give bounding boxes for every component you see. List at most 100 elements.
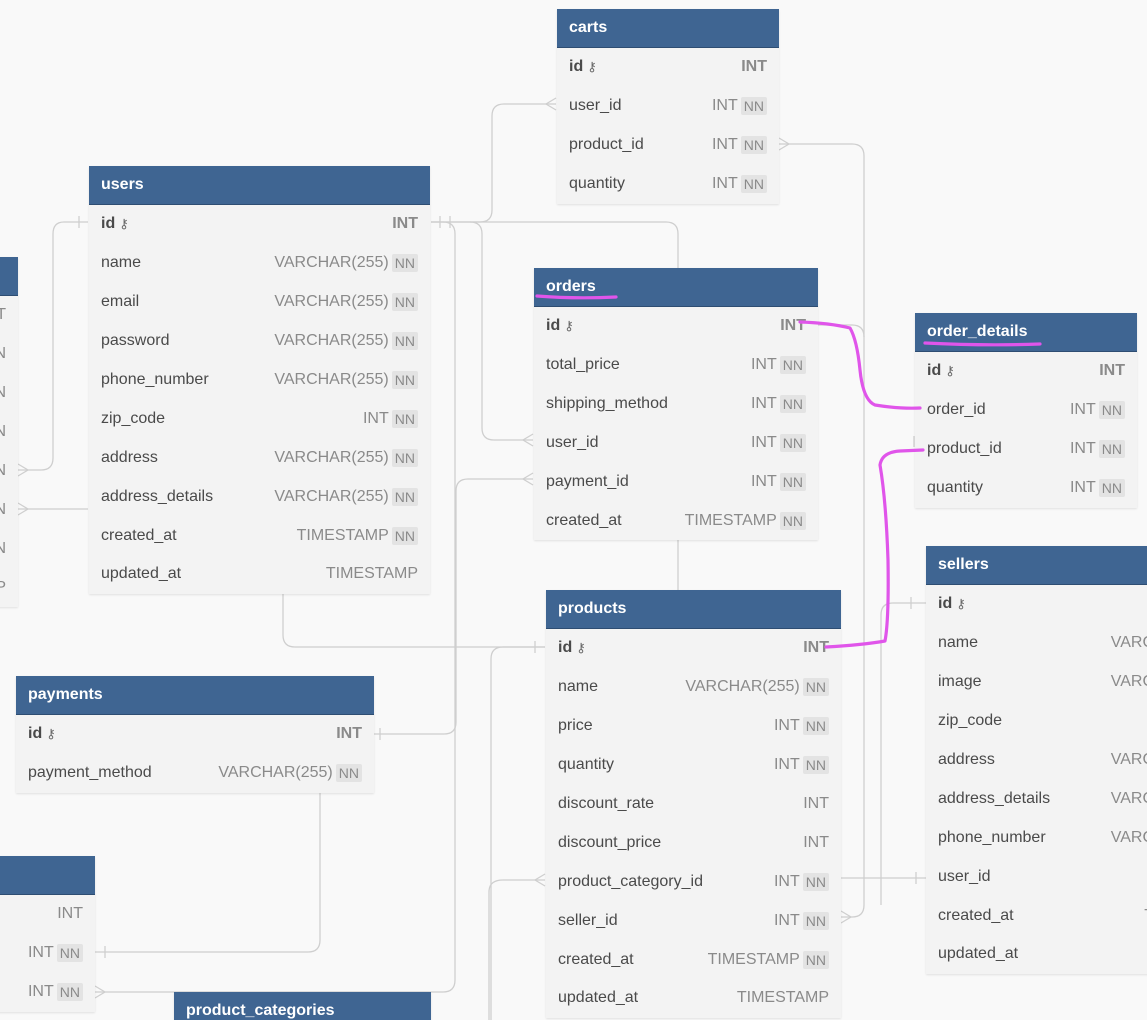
field-type: N: [0, 384, 6, 402]
field-row[interactable]: password VARCHAR(255) NN: [89, 322, 430, 361]
field-type: T: [0, 306, 6, 324]
field-row[interactable]: product_id INT NN: [557, 126, 779, 165]
table-products[interactable]: products id ⚷ INT name VARCHAR(255) NN price INT…: [546, 590, 841, 1018]
field-row[interactable]: id ⚷ INT: [89, 205, 430, 244]
field-row[interactable]: payment_method VARCHAR(255) NN: [16, 754, 374, 793]
table-users[interactable]: users id ⚷ INT name VARCHAR(255) NN email VARCHA…: [89, 166, 430, 594]
field-row[interactable]: id ⚷: [926, 585, 1147, 624]
field-row[interactable]: phone_number VARC: [926, 818, 1147, 857]
field-row[interactable]: updated_at TIMESTAMP: [89, 555, 430, 594]
table-left-b[interactable]: INT INT NN INT NN: [0, 856, 95, 1012]
link-products-categories: [490, 646, 545, 1020]
field-row[interactable]: updated_at: [926, 935, 1147, 974]
field-row[interactable]: N: [0, 490, 18, 529]
field-row[interactable]: user_id: [926, 857, 1147, 896]
field-row[interactable]: email VARCHAR(255) NN: [89, 283, 430, 322]
table-left-a[interactable]: T N N N N N N P: [0, 257, 18, 608]
field-row[interactable]: id ⚷ INT: [915, 352, 1137, 391]
field-type: INT: [392, 215, 418, 233]
field-row[interactable]: user_id INT NN: [534, 424, 818, 463]
field-row[interactable]: shipping_method INT NN: [534, 385, 818, 424]
field-row[interactable]: INT: [0, 895, 95, 934]
field-row[interactable]: N: [0, 452, 18, 491]
table-product-categories[interactable]: product_categories: [174, 992, 431, 1020]
field-row[interactable]: N: [0, 529, 18, 568]
field-row[interactable]: created_at TIMESTAMP NN: [546, 940, 841, 979]
field-name: user_id: [546, 434, 599, 452]
field-row[interactable]: name VARC: [926, 624, 1147, 663]
field-row[interactable]: quantity INT NN: [915, 469, 1137, 508]
table-header[interactable]: products: [546, 590, 841, 629]
table-payments[interactable]: payments id ⚷ INT payment_method VARCHAR(255)…: [16, 676, 374, 793]
field-row[interactable]: id ⚷ INT: [546, 629, 841, 668]
table-carts[interactable]: carts id ⚷ INT user_id INT NN product_id INT NN qu…: [557, 9, 779, 204]
table-orders[interactable]: orders id ⚷ INT total_price INT NN shipping_met…: [534, 268, 818, 541]
not-null-badge: NN: [802, 717, 829, 736]
field-row[interactable]: price INT NN: [546, 707, 841, 746]
field-row[interactable]: created_at TIMESTAMP NN: [534, 501, 818, 540]
table-order-details[interactable]: order_details id ⚷ INT order_id INT NN product_…: [915, 313, 1137, 508]
field-row[interactable]: discount_price INT: [546, 823, 841, 862]
field-row[interactable]: zip_code INT NN: [89, 399, 430, 438]
table-header[interactable]: orders: [534, 268, 818, 307]
field-name: phone_number: [938, 828, 1046, 846]
field-name: id ⚷: [938, 595, 966, 613]
field-row[interactable]: product_id INT NN: [915, 430, 1137, 469]
field-name: address_details: [938, 789, 1051, 807]
not-null-badge: NN: [1098, 401, 1125, 420]
field-row[interactable]: name VARCHAR(255) NN: [89, 244, 430, 283]
field-name: zip_code: [101, 409, 166, 427]
field-row[interactable]: zip_code: [926, 702, 1147, 741]
not-null-badge: NN: [779, 511, 806, 530]
table-header[interactable]: [0, 856, 95, 895]
table-sellers[interactable]: sellers id⚷ name VARC image VARC zip_codeaddre…: [926, 546, 1147, 974]
field-name: address: [938, 751, 995, 768]
field-row[interactable]: total_price INT NN: [534, 346, 818, 385]
table-header[interactable]: users: [89, 166, 430, 205]
field-row[interactable]: quantity INT NN: [546, 746, 841, 785]
table-header[interactable]: payments: [16, 676, 374, 715]
field-name: discount_price: [558, 833, 662, 851]
field-row[interactable]: product_category_id INT NN: [546, 862, 841, 901]
diagram-canvas: carts id ⚷ INT user_id INT NN product_id INT NN qu…: [0, 0, 1147, 1020]
field-row[interactable]: created_atT: [926, 896, 1147, 935]
field-type: TIMESTAMP: [325, 565, 418, 583]
field-row[interactable]: address_details VARC: [926, 779, 1147, 818]
field-row[interactable]: N: [0, 413, 18, 452]
not-null-badge: NN: [802, 756, 829, 775]
field-row[interactable]: N: [0, 374, 18, 413]
field-row[interactable]: P: [0, 568, 18, 607]
table-header[interactable]: sellers: [926, 546, 1147, 585]
field-name: zip_code: [938, 712, 1003, 730]
field-row[interactable]: id ⚷ INT: [16, 715, 374, 754]
field-row[interactable]: updated_at TIMESTAMP: [546, 979, 841, 1018]
field-row[interactable]: address VARCHAR(255) NN: [89, 438, 430, 477]
field-row[interactable]: address VARC: [926, 741, 1147, 780]
field-row[interactable]: id ⚷ INT: [534, 307, 818, 346]
field-row[interactable]: user_id INT NN: [557, 87, 779, 126]
not-null-badge: NN: [802, 678, 829, 697]
field-row[interactable]: quantity INT NN: [557, 165, 779, 204]
field-row[interactable]: name VARCHAR(255) NN: [546, 668, 841, 707]
field-row[interactable]: phone_number VARCHAR(255) NN: [89, 361, 430, 400]
field-row[interactable]: seller_id INT NN: [546, 901, 841, 940]
field-row[interactable]: id ⚷ INT: [557, 48, 779, 87]
table-header[interactable]: carts: [557, 9, 779, 48]
field-type: TIMESTAMP: [296, 526, 389, 544]
field-type: INT: [773, 717, 800, 735]
field-row[interactable]: order_id INT NN: [915, 391, 1137, 430]
field-row[interactable]: created_at TIMESTAMP NN: [89, 516, 430, 555]
field-row[interactable]: INT NN: [0, 934, 95, 973]
field-row[interactable]: image VARC: [926, 663, 1147, 702]
field-name: created_at: [101, 526, 177, 544]
field-row[interactable]: discount_rate INT: [546, 785, 841, 824]
primary-key-icon: ⚷: [119, 216, 129, 232]
field-row[interactable]: address_details VARCHAR(255) NN: [89, 477, 430, 516]
field-row[interactable]: INT NN: [0, 973, 95, 1012]
table-header[interactable]: product_categories: [174, 992, 431, 1020]
table-header[interactable]: [0, 257, 18, 296]
field-row[interactable]: T: [0, 296, 18, 335]
field-row[interactable]: N: [0, 335, 18, 374]
field-row[interactable]: payment_id INT NN: [534, 463, 818, 502]
table-header[interactable]: order_details: [915, 313, 1137, 352]
